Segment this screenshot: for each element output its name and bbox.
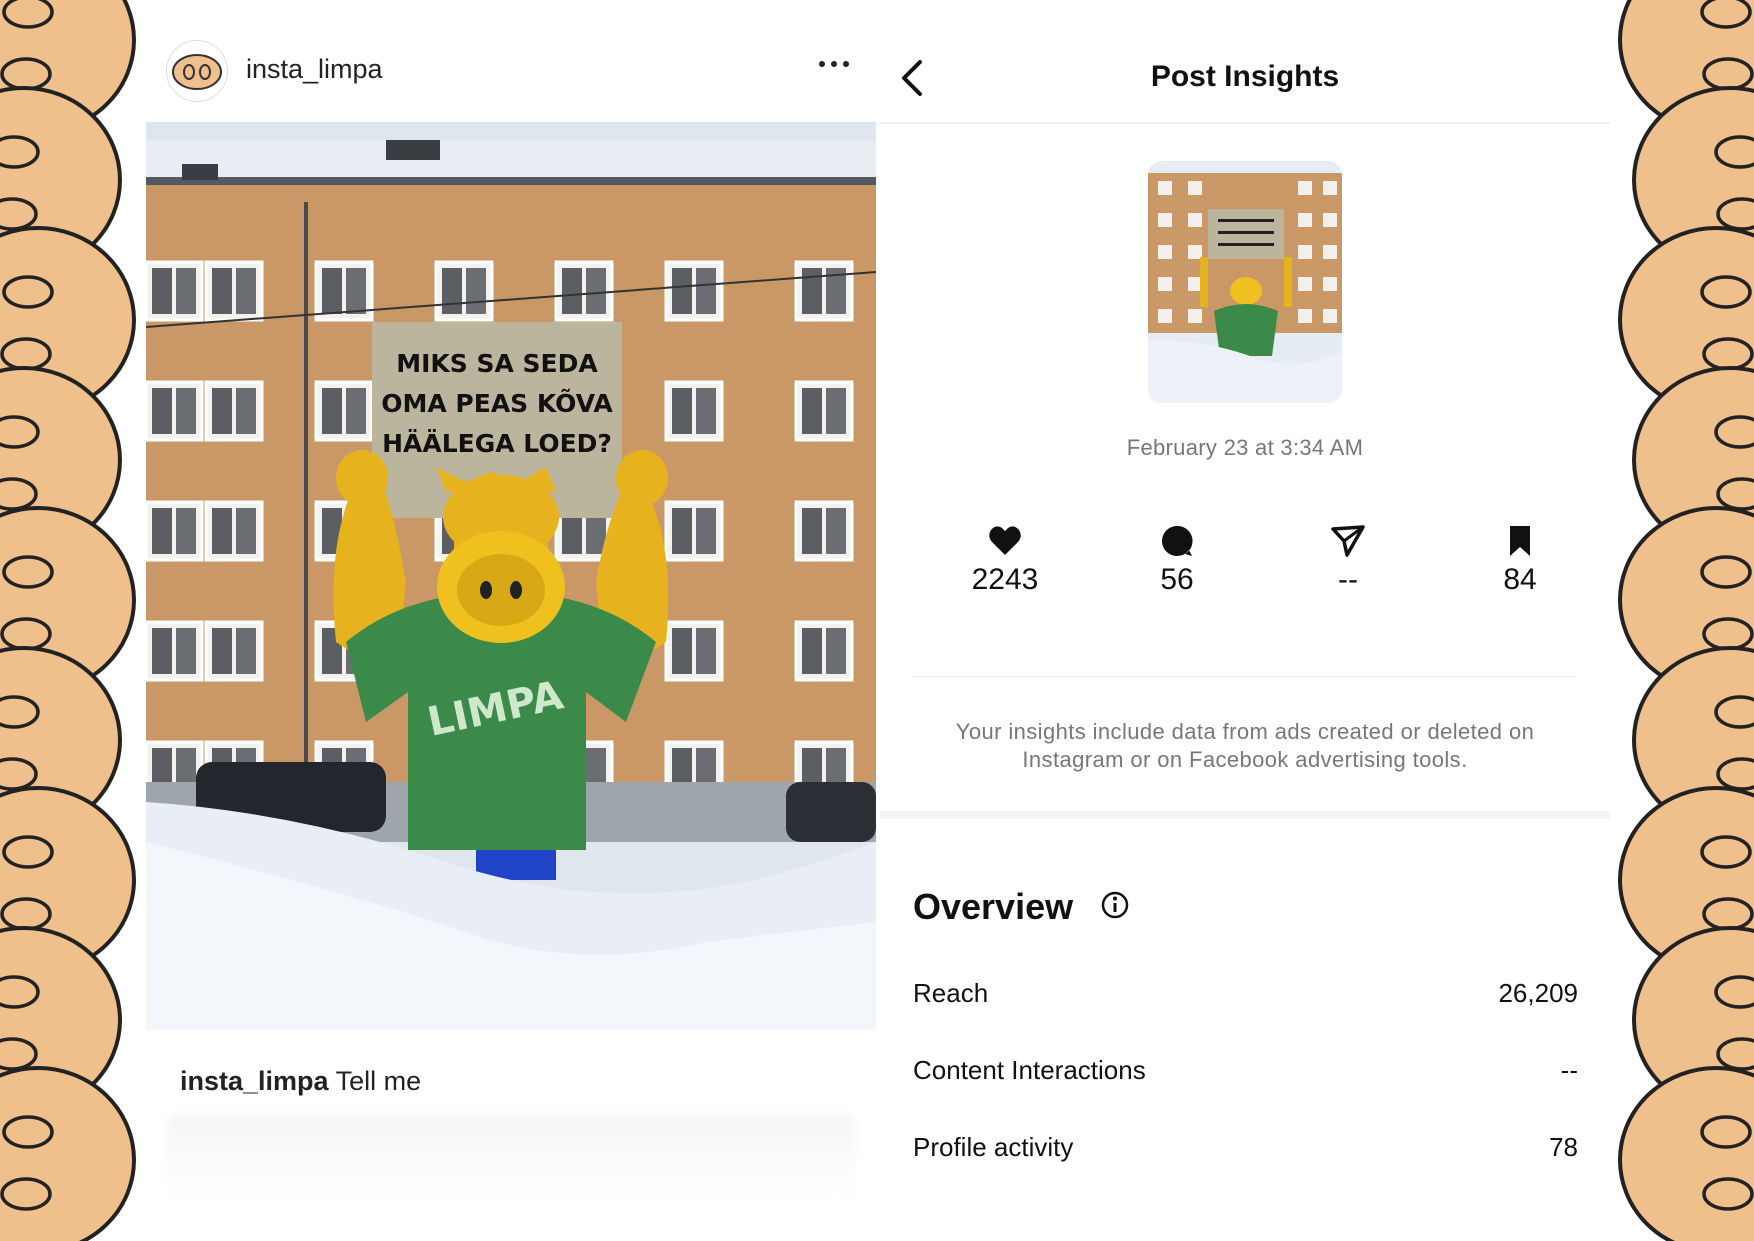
row-value: 78 — [1549, 1132, 1578, 1162]
post-header: insta_limpa — [146, 28, 876, 122]
metrics-row: 2243 56 -- 84 — [910, 523, 1580, 613]
right-decorative-border — [1604, 0, 1754, 1241]
post-date: February 23 at 3:34 AM — [1126, 435, 1364, 460]
row-value: -- — [1560, 1055, 1578, 1085]
sign-line: HÄÄLEGA LOED? — [382, 428, 612, 458]
bubble-decoration — [0, 1066, 136, 1241]
likes-metric: 2243 — [945, 523, 1065, 597]
post-username[interactable]: insta_limpa — [246, 54, 383, 85]
saves-metric: 84 — [1460, 523, 1580, 597]
divider — [912, 676, 1578, 677]
bookmark-icon — [1510, 526, 1530, 556]
overview-row-reach[interactable]: Reach 26,209 — [913, 978, 1578, 1012]
caption-text: Tell me — [335, 1066, 422, 1096]
post-image[interactable]: MIKS SA SEDA OMA PEAS KÕVA HÄÄLEGA LOED?… — [146, 122, 876, 1030]
row-label: Reach — [913, 978, 989, 1008]
post-thumbnail[interactable] — [1148, 161, 1342, 403]
overview-row-content-interactions[interactable]: Content Interactions -- — [913, 1055, 1578, 1089]
row-value: 26,209 — [1498, 978, 1578, 1008]
post-caption: insta_limpa Tell me — [180, 1066, 421, 1097]
row-label: Content Interactions — [913, 1055, 1146, 1085]
comment-icon — [1162, 525, 1193, 556]
sign-line: OMA PEAS KÕVA — [381, 388, 613, 418]
blurred-comments — [166, 1113, 856, 1203]
insights-disclaimer: Your insights include data from ads crea… — [955, 719, 1535, 772]
likes-count: 2243 — [971, 563, 1039, 596]
share-icon — [1331, 525, 1365, 557]
avatar[interactable] — [166, 40, 228, 102]
section-divider — [880, 811, 1610, 819]
overview-heading: Overview — [913, 886, 1074, 927]
row-label: Profile activity — [913, 1132, 1074, 1162]
post-panel: insta_limpa MIKS SA SEDA OMA PEAS KÕVA H… — [146, 28, 876, 1208]
overview-row-profile-activity[interactable]: Profile activity 78 — [913, 1132, 1578, 1166]
comments-metric: 56 — [1117, 523, 1237, 597]
more-options-icon[interactable] — [814, 54, 854, 74]
shares-count: -- — [1338, 563, 1358, 596]
insights-header: Post Insights — [880, 28, 1610, 124]
heart-icon — [989, 526, 1021, 555]
info-icon[interactable] — [1100, 890, 1130, 920]
comments-count: 56 — [1160, 563, 1194, 596]
saves-count: 84 — [1503, 563, 1537, 596]
caption-username[interactable]: insta_limpa — [180, 1066, 329, 1096]
page-title: Post Insights — [1150, 60, 1340, 93]
shares-metric: -- — [1288, 523, 1408, 597]
left-decorative-border — [0, 0, 150, 1241]
sign-line: MIKS SA SEDA — [396, 349, 598, 378]
bubble-decoration — [1618, 1066, 1754, 1241]
insights-panel: Post Insights February 23 at 3:34 AM 224… — [880, 28, 1610, 1218]
